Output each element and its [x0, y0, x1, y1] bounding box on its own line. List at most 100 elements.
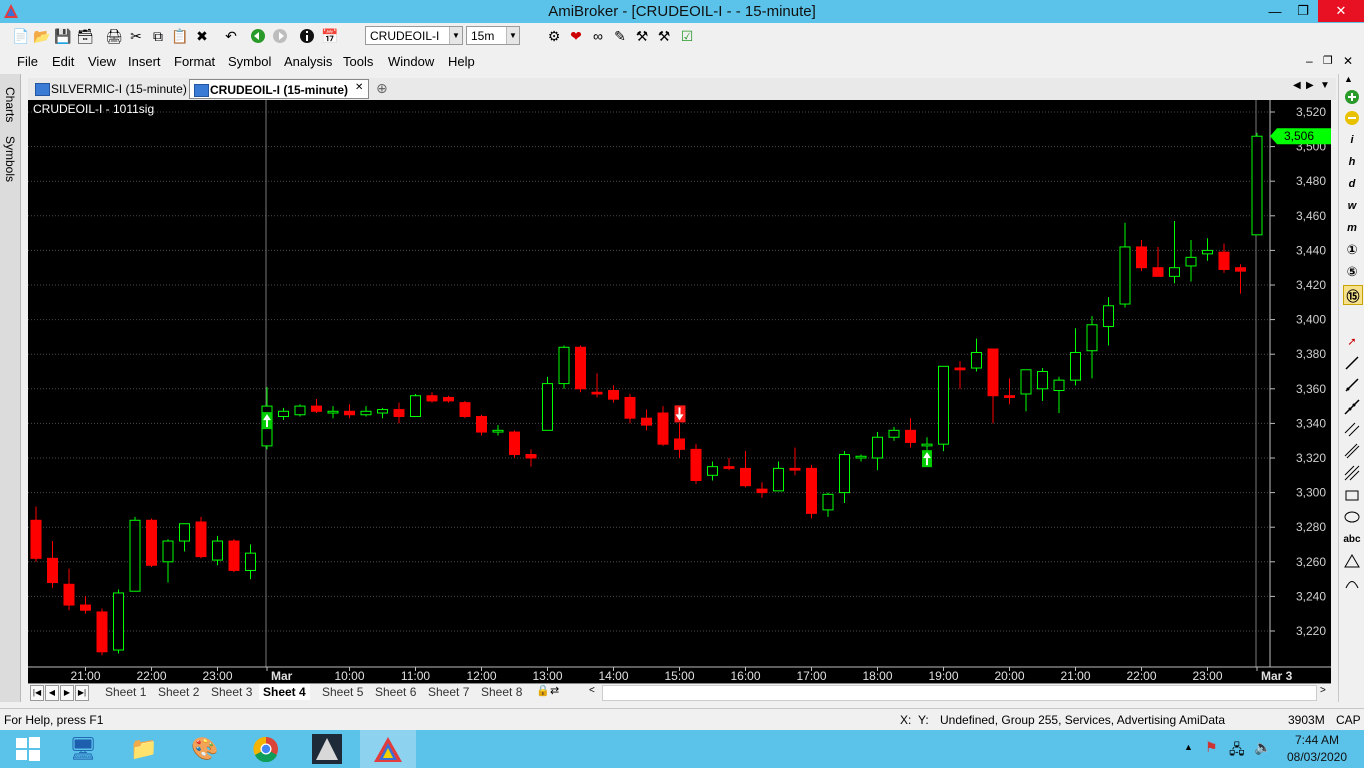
menu-edit[interactable]: Edit	[52, 54, 74, 69]
tab-crudeoil[interactable]: CRUDEOIL-I (15-minute)	[189, 79, 369, 99]
taskbar-amibroker[interactable]	[360, 730, 416, 768]
sheet-first-icon[interactable]: |◀	[30, 685, 44, 701]
interval-combo[interactable]: 15m ▼	[466, 26, 520, 45]
print-icon[interactable]: 🖨	[105, 27, 123, 45]
triangle-tool-icon[interactable]	[1343, 552, 1361, 570]
settings-gear-icon[interactable]: ⚙	[545, 27, 563, 45]
tab-silvermic[interactable]: SILVERMIC-I (15-minute)	[31, 79, 187, 99]
menu-tools[interactable]: Tools	[343, 54, 373, 69]
horizontal-scrollbar[interactable]	[602, 685, 1317, 701]
sheet-tab-3[interactable]: Sheet 3	[207, 684, 256, 700]
taskbar-app[interactable]	[299, 730, 355, 768]
text-tool-icon[interactable]: abc	[1343, 530, 1361, 548]
minimize-button[interactable]: —	[1260, 0, 1290, 22]
tab-charts[interactable]: Charts	[0, 80, 20, 130]
zoom-out-icon[interactable]	[1343, 109, 1361, 127]
ray-tool-icon[interactable]	[1343, 376, 1361, 394]
clock-date[interactable]: 08/03/2020	[1282, 750, 1352, 764]
start-button[interactable]	[0, 730, 56, 768]
taskbar-explorer[interactable]: 🖥	[55, 730, 111, 768]
interval-daily-icon[interactable]: d	[1343, 175, 1361, 193]
channel-tool-icon[interactable]	[1343, 420, 1361, 438]
line-tool-icon[interactable]	[1343, 354, 1361, 372]
zoom-in-icon[interactable]	[1343, 88, 1361, 106]
interval-hourly-icon[interactable]: h	[1343, 153, 1361, 171]
hammer-icon[interactable]: ⚒	[633, 27, 651, 45]
favorites-icon[interactable]: ❤	[567, 27, 585, 45]
menu-symbol[interactable]: Symbol	[228, 54, 271, 69]
back-arrow-icon[interactable]	[249, 27, 267, 45]
interval-5min-icon[interactable]: ⑤	[1343, 263, 1361, 281]
info-icon[interactable]	[298, 27, 316, 45]
rectangle-tool-icon[interactable]	[1343, 486, 1361, 504]
sheet-next-icon[interactable]: ▶	[60, 685, 74, 701]
mdi-restore-icon[interactable]: ❐	[1323, 54, 1333, 67]
taskbar-chrome[interactable]	[238, 730, 294, 768]
tab-scroll-right-icon[interactable]: ▶	[1306, 80, 1314, 91]
interval-15min-icon[interactable]: ⑮	[1343, 285, 1363, 305]
sheet-last-icon[interactable]: ▶|	[75, 685, 89, 701]
sheet-tab-1[interactable]: Sheet 1	[101, 684, 150, 700]
delete-icon[interactable]: ✖	[193, 27, 211, 45]
tab-close-icon[interactable]: ✕	[355, 82, 363, 93]
interval-1min-icon[interactable]: ①	[1343, 241, 1361, 259]
tools-icon[interactable]: ⚒	[655, 27, 673, 45]
quote-editor-icon[interactable]: 📅	[321, 27, 339, 45]
toolbar-scroll-up-icon[interactable]: ▲	[1344, 74, 1353, 84]
binoculars-icon[interactable]: ∞	[589, 27, 607, 45]
sheet-tab-5[interactable]: Sheet 5	[318, 684, 367, 700]
split-icon[interactable]: ⇄	[550, 684, 559, 697]
arc-tool-icon[interactable]	[1343, 574, 1361, 592]
sheet-tab-2[interactable]: Sheet 2	[154, 684, 203, 700]
formula-editor-icon[interactable]: ✎	[611, 27, 629, 45]
menu-insert[interactable]: Insert	[128, 54, 161, 69]
ellipse-tool-icon[interactable]	[1343, 508, 1361, 526]
sheet-tab-6[interactable]: Sheet 6	[371, 684, 420, 700]
select-pointer-icon[interactable]: ➚	[1343, 332, 1361, 350]
menu-window[interactable]: Window	[388, 54, 434, 69]
scroll-right-icon[interactable]: >	[1320, 685, 1326, 696]
open-folder-icon[interactable]: 📂	[33, 27, 51, 45]
tray-network-icon[interactable]: 🖧	[1229, 739, 1245, 763]
menu-format[interactable]: Format	[174, 54, 215, 69]
tray-flag-icon[interactable]: ⚑	[1205, 739, 1218, 756]
tray-volume-icon[interactable]: 🔈	[1254, 739, 1271, 756]
tab-symbols[interactable]: Symbols	[0, 132, 20, 186]
extended-line-icon[interactable]	[1343, 398, 1361, 416]
mdi-minimize-icon[interactable]: –	[1306, 54, 1313, 68]
undo-icon[interactable]: ↶	[222, 27, 240, 45]
chart-check-icon[interactable]: ☑	[678, 27, 696, 45]
close-button[interactable]: ✕	[1318, 0, 1364, 22]
mdi-close-icon[interactable]: ✕	[1343, 54, 1353, 68]
menu-file[interactable]: File	[17, 54, 38, 69]
price-chart[interactable]: 3,220 3,240 3,260 3,280 3,300 3,320 3,340 3,360…	[28, 100, 1331, 683]
taskbar-folder[interactable]: 📁	[116, 730, 172, 768]
paste-icon[interactable]: 📋	[171, 27, 189, 45]
sheet-tab-8[interactable]: Sheet 8	[477, 684, 526, 700]
fibonacci-icon[interactable]	[1343, 464, 1361, 482]
taskbar-paint[interactable]: 🎨	[177, 730, 233, 768]
chart-canvas[interactable]: 3,220 3,240 3,260 3,280 3,300 3,320 3,340 3,360…	[28, 100, 1331, 683]
copy-icon[interactable]: ⧉	[149, 27, 167, 45]
tab-list-icon[interactable]: ▼	[1320, 80, 1330, 91]
menu-help[interactable]: Help	[448, 54, 475, 69]
menu-view[interactable]: View	[88, 54, 116, 69]
sheet-prev-icon[interactable]: ◀	[45, 685, 59, 701]
scroll-left-icon[interactable]: <	[589, 685, 595, 696]
sheet-tab-7[interactable]: Sheet 7	[424, 684, 473, 700]
new-file-icon[interactable]: 📄	[12, 27, 30, 45]
tab-scroll-left-icon[interactable]: ◀	[1293, 80, 1301, 91]
forward-arrow-icon[interactable]	[271, 27, 289, 45]
chevron-down-icon[interactable]: ▼	[506, 27, 519, 44]
interval-weekly-icon[interactable]: w	[1343, 197, 1361, 215]
save-all-icon[interactable]: 🗃	[76, 27, 94, 45]
save-icon[interactable]: 💾	[54, 27, 72, 45]
interval-intraday-icon[interactable]: i	[1343, 131, 1361, 149]
clock-time[interactable]: 7:44 AM	[1282, 733, 1352, 747]
symbol-combo[interactable]: CRUDEOIL-I ▼	[365, 26, 463, 45]
new-tab-icon[interactable]: ⊕	[376, 80, 388, 97]
sheet-tab-4[interactable]: Sheet 4	[259, 684, 310, 700]
tray-show-hidden-icon[interactable]: ▲	[1184, 742, 1193, 752]
interval-monthly-icon[interactable]: m	[1343, 219, 1361, 237]
menu-analysis[interactable]: Analysis	[284, 54, 332, 69]
